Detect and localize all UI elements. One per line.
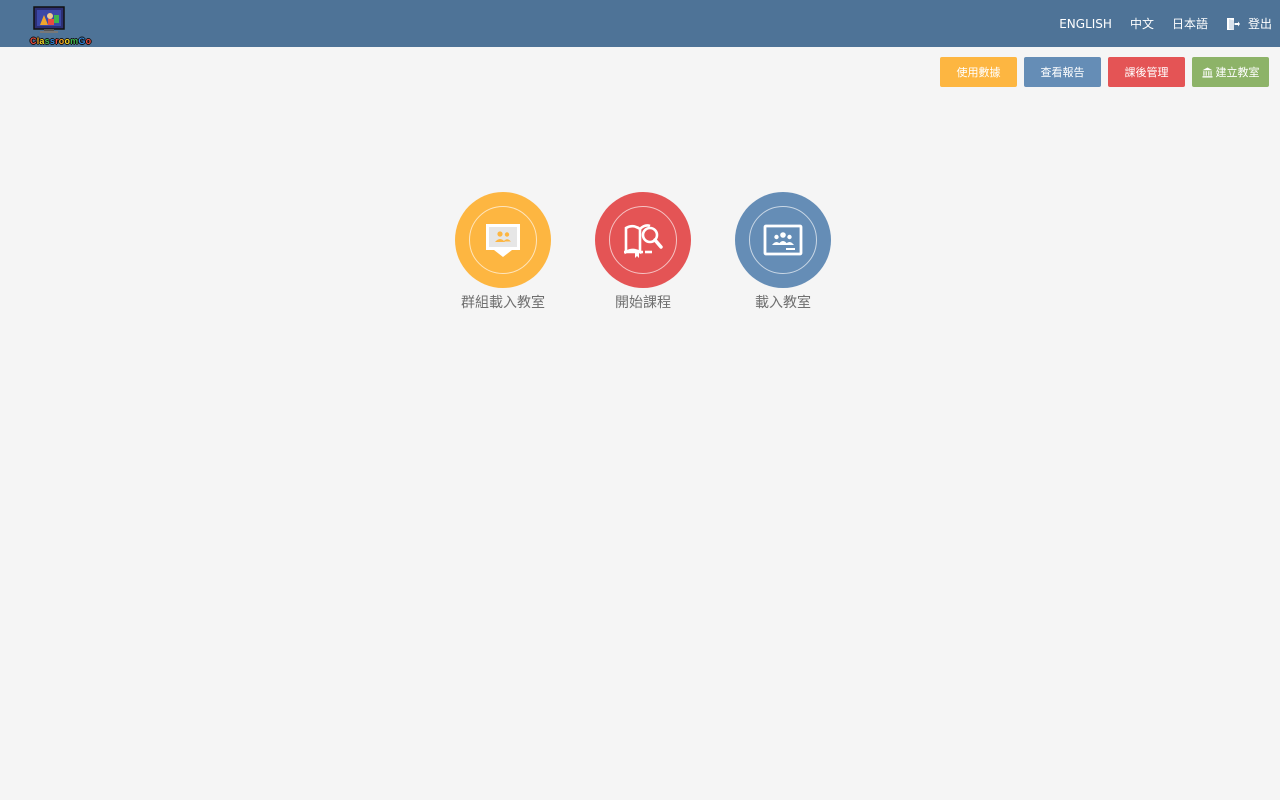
tile-load-classroom[interactable]: 載入教室: [735, 192, 831, 312]
tile-label-start-course: 開始課程: [615, 295, 671, 311]
tile-circle-start-course[interactable]: [595, 192, 691, 288]
action-button-row: 使用數據 查看報告 課後管理 建立教室: [933, 57, 1269, 87]
top-nav-menu: ENGLISH 中文 日本語 登出: [1041, 0, 1272, 47]
tile-circle-group-load[interactable]: [455, 192, 551, 288]
top-navbar: ClassroomGo ENGLISH 中文 日本語 登出: [0, 0, 1280, 47]
book-search-icon: [624, 224, 663, 258]
group-presentation-icon: [486, 224, 520, 257]
institution-icon: [1201, 66, 1213, 78]
nav-english[interactable]: ENGLISH: [1059, 17, 1112, 31]
logout-door-icon: [1226, 17, 1240, 30]
usage-data-button[interactable]: 使用數據: [940, 57, 1017, 87]
view-report-button[interactable]: 查看報告: [1024, 57, 1101, 87]
classroom-go-logo[interactable]: ClassroomGo: [14, 3, 91, 46]
tile-label-load-classroom: 載入教室: [755, 295, 811, 311]
logo-wordmark: ClassroomGo: [30, 36, 92, 46]
tile-group-load-classroom[interactable]: 群組載入教室: [455, 192, 551, 312]
classroom-board-icon: [763, 224, 803, 256]
after-class-management-label: 課後管理: [1124, 66, 1169, 79]
main-tiles: 群組載入教室 開始課程 載入教室: [455, 192, 831, 312]
tile-circle-load-classroom[interactable]: [735, 192, 831, 288]
nav-chinese[interactable]: 中文: [1130, 15, 1154, 32]
usage-data-label: 使用數據: [956, 66, 1001, 79]
tile-start-course[interactable]: 開始課程: [595, 192, 691, 312]
nav-japanese[interactable]: 日本語: [1172, 15, 1208, 32]
create-classroom-button[interactable]: 建立教室: [1192, 57, 1269, 87]
tile-label-group-load: 群組載入教室: [461, 295, 545, 311]
logout-link[interactable]: 登出: [1226, 15, 1272, 32]
view-report-label: 查看報告: [1040, 66, 1085, 79]
create-classroom-label: 建立教室: [1215, 66, 1260, 79]
after-class-management-button[interactable]: 課後管理: [1108, 57, 1185, 87]
logout-label: 登出: [1247, 17, 1272, 31]
